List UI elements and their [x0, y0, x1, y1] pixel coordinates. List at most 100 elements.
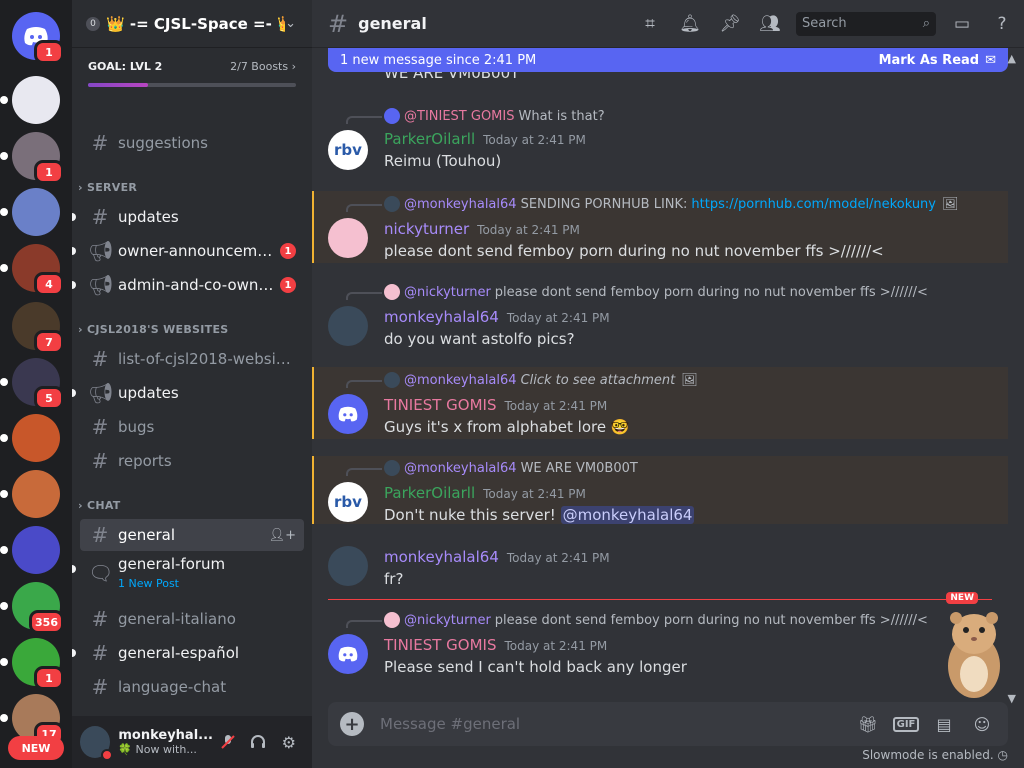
user-mention[interactable]: @monkeyhalal64 — [560, 506, 695, 524]
mark-read-icon[interactable]: ✉ — [985, 53, 996, 68]
scroll-down-arrow[interactable]: ▼ — [1008, 692, 1016, 705]
inbox-icon[interactable]: ▭ — [948, 12, 976, 36]
message-author[interactable]: monkeyhalal64 Today at 2:41 PM — [384, 548, 610, 566]
discord-home-button[interactable]: 1 — [12, 12, 64, 64]
category-websites[interactable]: › CJSL2018'S WEBSITES — [78, 323, 229, 336]
channel-general-italiano[interactable]: # general-italiano — [80, 603, 304, 635]
hash-icon: # — [91, 641, 109, 665]
reply-author[interactable]: @TINIEST GOMIS — [404, 109, 514, 124]
help-icon[interactable]: ? — [988, 12, 1016, 36]
reply-author[interactable]: @monkeyhalal64 — [404, 461, 517, 476]
server-icon[interactable]: 7 — [12, 302, 64, 354]
reply-author[interactable]: @monkeyhalal64 — [404, 197, 517, 212]
avatar[interactable]: rbv — [328, 130, 368, 170]
server-icon[interactable]: 1 — [0, 132, 64, 184]
server-icon[interactable] — [0, 470, 60, 518]
new-messages-bar[interactable]: 1 new message since 2:41 PM Mark As Read… — [328, 48, 1008, 72]
avatar[interactable] — [328, 218, 368, 258]
reply-preview[interactable]: @nickyturner please dont send femboy porn… — [384, 284, 928, 300]
message-author[interactable]: TINIEST GOMIS Today at 2:41 PM — [384, 396, 607, 414]
gif-button[interactable]: GIF — [892, 712, 920, 736]
author-name[interactable]: monkeyhalal64 — [384, 308, 499, 326]
channel-language-chat[interactable]: # language-chat — [80, 671, 304, 703]
message-author[interactable]: nickyturner Today at 2:41 PM — [384, 220, 580, 238]
avatar[interactable]: rbv — [328, 482, 368, 522]
author-name[interactable]: ParkerOilarll — [384, 484, 475, 502]
announcement-icon: 📢︎ — [88, 239, 114, 263]
reply-preview[interactable]: @monkeyhalal64 WE ARE VM0B00T — [384, 460, 638, 476]
channel-reports[interactable]: # reports — [80, 445, 304, 477]
category-chat[interactable]: › CHAT — [78, 499, 121, 512]
reply-avatar — [384, 108, 400, 124]
user-info[interactable]: monkeyhal... 🍀 Now with... — [118, 728, 213, 756]
category-server[interactable]: › SERVER — [78, 181, 137, 194]
gear-icon[interactable]: ⚙ — [274, 726, 304, 758]
server-icon[interactable] — [0, 188, 60, 236]
add-attachment-icon[interactable]: + — [340, 712, 364, 736]
avatar[interactable] — [328, 546, 368, 586]
avatar[interactable] — [80, 726, 114, 761]
avatar[interactable] — [328, 634, 368, 674]
server-icon[interactable]: 4 — [0, 244, 64, 296]
guild-header[interactable]: 0 👑 -= CJSL-Space =- 👑 ⌄ — [72, 0, 312, 48]
emoji-icon[interactable]: ☺ — [968, 712, 996, 736]
author-name[interactable]: ParkerOilarll — [384, 130, 475, 148]
add-member-icon[interactable]: 👤︎+ — [269, 528, 296, 543]
chevron-down-icon[interactable]: ⌄ — [285, 16, 296, 31]
scroll-up-arrow[interactable]: ▲ — [1008, 52, 1016, 65]
server-icon[interactable]: 356 — [0, 582, 64, 634]
channel-bugs[interactable]: # bugs — [80, 411, 304, 443]
timestamp: Today at 2:41 PM — [483, 133, 586, 147]
pin-icon[interactable]: 📌︎ — [716, 12, 744, 36]
gift-icon[interactable]: 🎁︎ — [854, 712, 882, 736]
sticker-icon[interactable]: ▤ — [930, 712, 958, 736]
channel-list-of-cjsl2018-websites[interactable]: # list-of-cjsl2018-websites — [80, 343, 304, 375]
channel-admin-and-co-owner-[interactable]: 📢︎ admin-and-co-owner... 1 — [72, 269, 304, 301]
message-author[interactable]: TINIEST GOMIS Today at 2:41 PM — [384, 636, 607, 654]
bell-icon[interactable]: 🔔︎ — [676, 12, 704, 36]
server-icon[interactable] — [0, 76, 60, 124]
server-icon[interactable]: 17 — [0, 694, 64, 746]
reply-preview[interactable]: @monkeyhalal64 SENDING PORNHUB LINK: https… — [384, 196, 959, 212]
headphones-icon[interactable] — [243, 726, 273, 758]
channel-general-espa-ol[interactable]: # general-español — [72, 637, 304, 669]
avatar[interactable] — [328, 394, 368, 434]
reply-preview[interactable]: @nickyturner please dont send femboy porn… — [384, 612, 928, 628]
author-name[interactable]: monkeyhalal64 — [384, 548, 499, 566]
server-icon[interactable] — [0, 526, 60, 574]
message-author[interactable]: monkeyhalal64 Today at 2:41 PM — [384, 308, 610, 326]
author-name[interactable]: TINIEST GOMIS — [384, 396, 496, 414]
server-icon[interactable]: 5 — [0, 358, 64, 410]
channel-suggestions[interactable]: # suggestions — [80, 127, 304, 159]
message-author[interactable]: ParkerOilarll Today at 2:41 PM — [384, 130, 586, 148]
channel-updates[interactable]: 📢︎ updates — [72, 377, 304, 409]
channel-updates[interactable]: # updates — [72, 201, 304, 233]
reply-author[interactable]: @nickyturner — [404, 613, 491, 628]
channel-owner-announcemen-[interactable]: 📢︎ owner-announcemen... 1 — [72, 235, 304, 267]
message-text: Don't nuke this server! @monkeyhalal64 — [384, 506, 695, 524]
mute-mic-icon[interactable] — [213, 726, 243, 758]
chevron-icon: › — [78, 181, 87, 194]
boost-goal[interactable]: GOAL: LVL 2 2/7 Boosts › — [72, 48, 312, 96]
search-input[interactable]: Search ⌕ — [796, 11, 936, 36]
mark-as-read-button[interactable]: Mark As Read — [879, 53, 980, 68]
channel-sidebar: 0 👑 -= CJSL-Space =- 👑 ⌄ GOAL: LVL 2 2/7 … — [72, 0, 312, 768]
author-name[interactable]: nickyturner — [384, 220, 469, 238]
reply-link[interactable]: https://pornhub.com/model/nekokuny — [691, 197, 936, 212]
server-icon[interactable]: 1 — [0, 638, 64, 690]
channel-general[interactable]: # general 👤︎+ — [80, 519, 304, 551]
reply-preview[interactable]: @TINIEST GOMIS What is that? — [384, 108, 605, 124]
server-icon[interactable] — [0, 414, 60, 462]
reply-preview[interactable]: @monkeyhalal64 Click to see attachment 🖼︎ — [384, 372, 698, 388]
reply-author[interactable]: @nickyturner — [404, 285, 491, 300]
message-input[interactable]: Message #general — [380, 715, 844, 733]
avatar[interactable] — [328, 306, 368, 346]
author-name[interactable]: TINIEST GOMIS — [384, 636, 496, 654]
channel-general-forum[interactable]: 🗨︎ general-forum 1 New Post — [72, 553, 304, 593]
members-icon[interactable]: 👥︎ — [756, 12, 784, 36]
new-unreads-button[interactable]: NEW — [8, 736, 64, 760]
slowmode-notice: Slowmode is enabled. ◷ — [862, 748, 1008, 762]
reply-author[interactable]: @monkeyhalal64 — [404, 373, 517, 388]
threads-icon[interactable]: ⌗ — [636, 12, 664, 36]
message-author[interactable]: ParkerOilarll Today at 2:41 PM — [384, 484, 586, 502]
